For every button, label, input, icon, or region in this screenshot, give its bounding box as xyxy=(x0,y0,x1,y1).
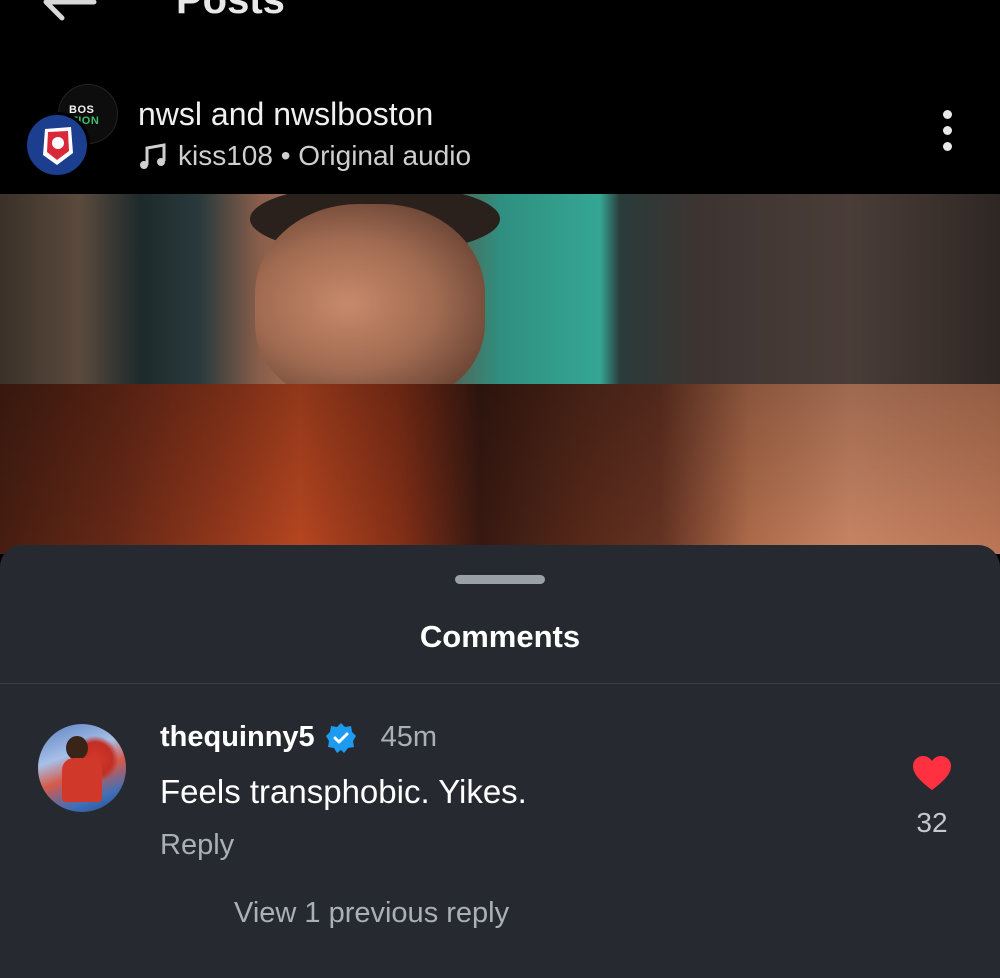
video-frame-top xyxy=(0,194,1000,384)
more-vertical-icon[interactable] xyxy=(940,110,954,154)
page-title: Posts xyxy=(176,0,285,22)
comment-text: Feels transphobic. Yikes. xyxy=(160,773,527,810)
like-count: 32 xyxy=(916,807,948,838)
top-bar: Posts xyxy=(0,0,1000,60)
arrow-left-icon[interactable] xyxy=(38,0,98,22)
sheet-title: Comments xyxy=(419,619,581,654)
video-frame-detail xyxy=(255,204,485,404)
nwsl-logo-icon xyxy=(43,127,73,165)
view-replies-button[interactable]: View 1 previous reply xyxy=(234,897,509,930)
comment-time: 45m xyxy=(380,721,438,753)
audio-link[interactable]: kiss108 • Original audio xyxy=(138,140,471,172)
post-header: BOS TION nwsl and nwslboston kiss108 • O… xyxy=(0,70,1000,194)
audio-text: kiss108 • Original audio xyxy=(178,140,472,171)
drag-handle[interactable] xyxy=(455,575,545,584)
commenter-avatar[interactable] xyxy=(38,724,126,812)
comment-username[interactable]: thequinny5 xyxy=(160,721,315,754)
music-note-icon xyxy=(140,143,166,169)
video-frame-bottom xyxy=(0,384,1000,554)
avatar-detail xyxy=(62,758,102,802)
post-owners[interactable]: nwsl and nwslboston xyxy=(138,96,433,133)
video-player[interactable] xyxy=(0,194,1000,554)
avatar-detail xyxy=(66,736,88,760)
verified-badge-icon xyxy=(325,722,356,753)
divider xyxy=(0,683,1000,684)
comment-header: thequinny5 45m xyxy=(160,721,437,754)
avatar-nwsl[interactable] xyxy=(24,112,90,178)
comments-sheet: Comments thequinny5 45m Feels transphobi… xyxy=(0,545,1000,978)
reply-button[interactable]: Reply xyxy=(160,829,234,862)
heart-icon[interactable] xyxy=(912,755,952,791)
